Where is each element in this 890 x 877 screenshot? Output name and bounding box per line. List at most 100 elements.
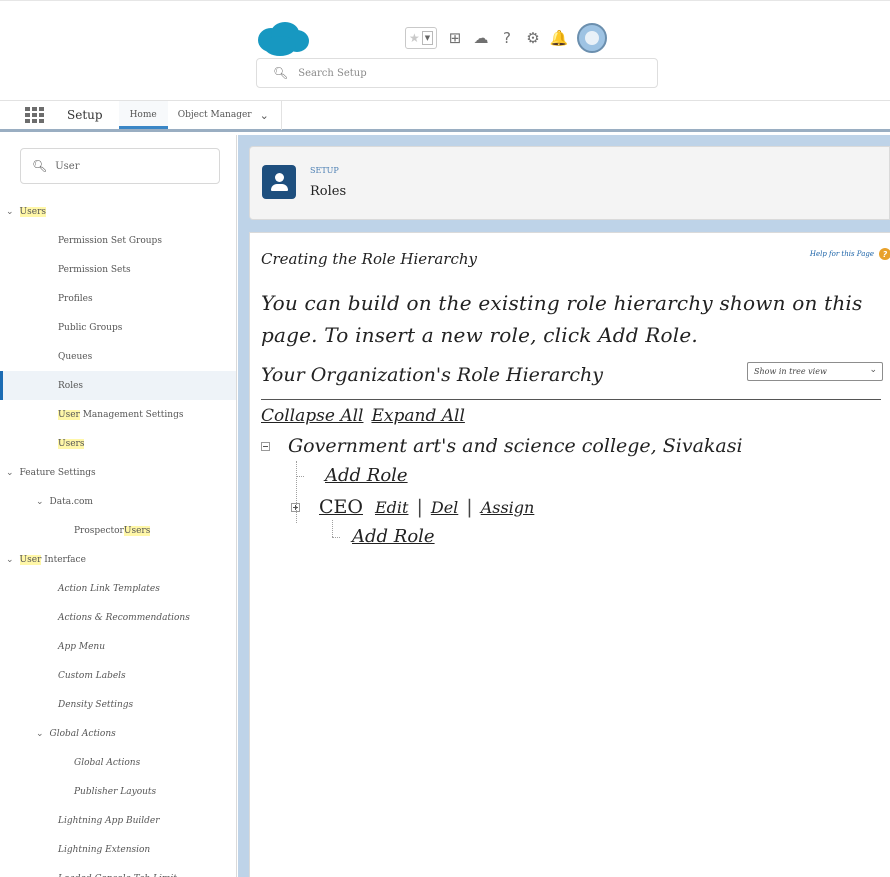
help-for-this-page-link[interactable]: Help for this Page ?	[810, 248, 890, 260]
add-role-link[interactable]: Add Role	[352, 526, 435, 547]
help-question-icon[interactable]: ?	[879, 248, 890, 260]
sidebar-item[interactable]: Permission Sets	[0, 255, 236, 284]
intro-text: You can build on the existing role hiera…	[261, 291, 863, 347]
sidebar-item[interactable]: ⌄ Global Actions	[0, 719, 236, 748]
app-name: Setup	[67, 108, 103, 122]
global-header: ★ ▼ ⊞ ☁ ? ⚙ 🔔 🔍︎ Search Setup	[0, 0, 890, 100]
view-select-dropdown[interactable]: Show in tree view ⌄	[747, 362, 883, 381]
sidebar-item[interactable]: ⌄ User Interface	[0, 545, 236, 574]
chevron-down-icon[interactable]: ⌄	[36, 729, 44, 739]
edit-role-link[interactable]: Edit	[375, 498, 408, 517]
notifications-bell-icon[interactable]: 🔔	[550, 29, 569, 47]
sidebar-item[interactable]: Prospector Users	[0, 516, 236, 545]
sidebar-item-label: Permission Set Groups	[58, 235, 162, 246]
salesforce-cloud-logo[interactable]	[256, 21, 310, 57]
tree-connector-tick	[332, 537, 340, 538]
trailhead-icon[interactable]: ☁	[473, 29, 489, 47]
quick-find-input[interactable]: 🔍︎ User	[20, 148, 220, 184]
view-select-value: Show in tree view	[754, 367, 827, 376]
setup-tree: ⌄ Users Permission Set Groups Permission Se…	[0, 197, 236, 877]
sidebar-item[interactable]: Users	[0, 429, 236, 458]
roles-user-icon	[262, 165, 296, 199]
sidebar-item[interactable]: Action Link Templates	[0, 574, 236, 603]
chevron-down-icon[interactable]: ⌄	[6, 555, 14, 565]
sidebar-item-label: App Menu	[58, 641, 106, 652]
sidebar-item-label: Lightning App Builder	[58, 815, 160, 826]
sidebar-item[interactable]: Permission Set Groups	[0, 226, 236, 255]
sidebar-item-label: Interface	[41, 554, 86, 565]
sidebar-item[interactable]: Queues	[0, 342, 236, 371]
favorites-star-icon[interactable]: ★	[409, 31, 420, 45]
sidebar-item-label: Feature Settings	[19, 467, 96, 478]
tree-toggle-links: Collapse All Expand All	[261, 406, 465, 426]
setup-sidebar: 🔍︎ User ⌄ Users Permission Set Groups Permi…	[0, 135, 237, 877]
help-link-label[interactable]: Help for this Page	[810, 250, 874, 258]
search-setup-input[interactable]: 🔍︎ Search Setup	[256, 58, 658, 88]
sidebar-item[interactable]: Density Settings	[0, 690, 236, 719]
sidebar-item[interactable]: Lightning Extension	[0, 835, 236, 864]
sidebar-item-label-highlight: Users	[123, 525, 151, 536]
tree-connector-line	[332, 520, 333, 537]
collapse-node-icon[interactable]	[261, 441, 270, 451]
sidebar-item[interactable]: App Menu	[0, 632, 236, 661]
sidebar-item-label: Queues	[58, 351, 93, 362]
sidebar-item[interactable]: Lightning App Builder	[0, 806, 236, 835]
sidebar-item-label: Public Groups	[58, 322, 123, 333]
sidebar-item-label: Global Actions	[49, 728, 116, 739]
role-node-ceo: CEO Edit | Del | Assign	[291, 496, 534, 518]
help-icon[interactable]: ?	[499, 29, 515, 47]
sidebar-item-label: Actions & Recommendations	[58, 612, 190, 623]
app-launcher-icon[interactable]	[25, 107, 47, 123]
sidebar-item[interactable]: Custom Labels	[0, 661, 236, 690]
collapse-all-link[interactable]: Collapse All	[261, 406, 363, 426]
sidebar-item-label: Publisher Layouts	[74, 786, 157, 797]
expand-node-icon[interactable]	[291, 502, 300, 512]
delete-role-link[interactable]: Del	[431, 498, 458, 517]
gear-icon[interactable]: ⚙	[525, 29, 541, 47]
sidebar-item[interactable]: Publisher Layouts	[0, 777, 236, 806]
hierarchy-title: Your Organization's Role Hierarchy	[261, 364, 603, 386]
sidebar-item-label-highlight: User	[58, 409, 80, 420]
favorites-button[interactable]: ★ ▼	[405, 27, 437, 49]
sidebar-item-label-highlight: Users	[19, 206, 46, 217]
favorites-chevron-down-icon[interactable]: ▼	[422, 31, 433, 45]
search-icon: 🔍︎	[32, 159, 48, 173]
sidebar-item[interactable]: ⌄ Data.com	[0, 487, 236, 516]
sidebar-item[interactable]: Public Groups	[0, 313, 236, 342]
sidebar-item[interactable]: Profiles	[0, 284, 236, 313]
app-navigation-bar: Setup Home Object Manager ⌄	[0, 100, 890, 132]
page-header: SETUP Roles	[249, 146, 890, 220]
sidebar-item-label: Data.com	[49, 496, 93, 507]
sidebar-item[interactable]: User Management Settings	[0, 400, 236, 429]
sidebar-item[interactable]: Actions & Recommendations	[0, 603, 236, 632]
page-title: Roles	[310, 184, 347, 199]
chevron-down-icon[interactable]: ⌄	[6, 207, 14, 217]
add-role-link[interactable]: Add Role	[325, 465, 408, 486]
hierarchy-divider	[261, 399, 881, 400]
sidebar-item[interactable]: Roles	[0, 371, 236, 400]
add-icon[interactable]: ⊞	[447, 29, 463, 47]
add-role-row: Add Role	[352, 526, 435, 547]
sidebar-item-label: Prospector	[74, 525, 124, 536]
sidebar-item[interactable]: ⌄ Feature Settings	[0, 458, 236, 487]
user-avatar[interactable]	[577, 23, 607, 53]
sidebar-item-label: Management Settings	[79, 409, 184, 420]
sidebar-item-label: Permission Sets	[58, 264, 131, 275]
search-setup-placeholder: Search Setup	[298, 67, 367, 79]
chevron-down-icon[interactable]: ⌄	[260, 109, 269, 122]
assign-users-link[interactable]: Assign	[481, 498, 535, 517]
chevron-down-icon[interactable]: ⌄	[36, 497, 44, 507]
tab-object-manager[interactable]: Object Manager	[168, 110, 252, 120]
separator: |	[416, 496, 423, 518]
chevron-down-icon[interactable]: ⌄	[6, 468, 14, 478]
role-name-link[interactable]: CEO	[319, 496, 363, 518]
add-role-row: Add Role	[325, 465, 408, 486]
sidebar-item[interactable]: ⌄ Users	[0, 197, 236, 226]
sidebar-item[interactable]: Loaded Console Tab Limit	[0, 864, 236, 877]
sidebar-item-label: Global Actions	[74, 757, 141, 768]
sidebar-item-label: Roles	[58, 380, 84, 391]
expand-all-link[interactable]: Expand All	[371, 406, 464, 426]
sidebar-item[interactable]: Global Actions	[0, 748, 236, 777]
separator: |	[466, 496, 473, 518]
tab-home[interactable]: Home	[118, 101, 168, 129]
